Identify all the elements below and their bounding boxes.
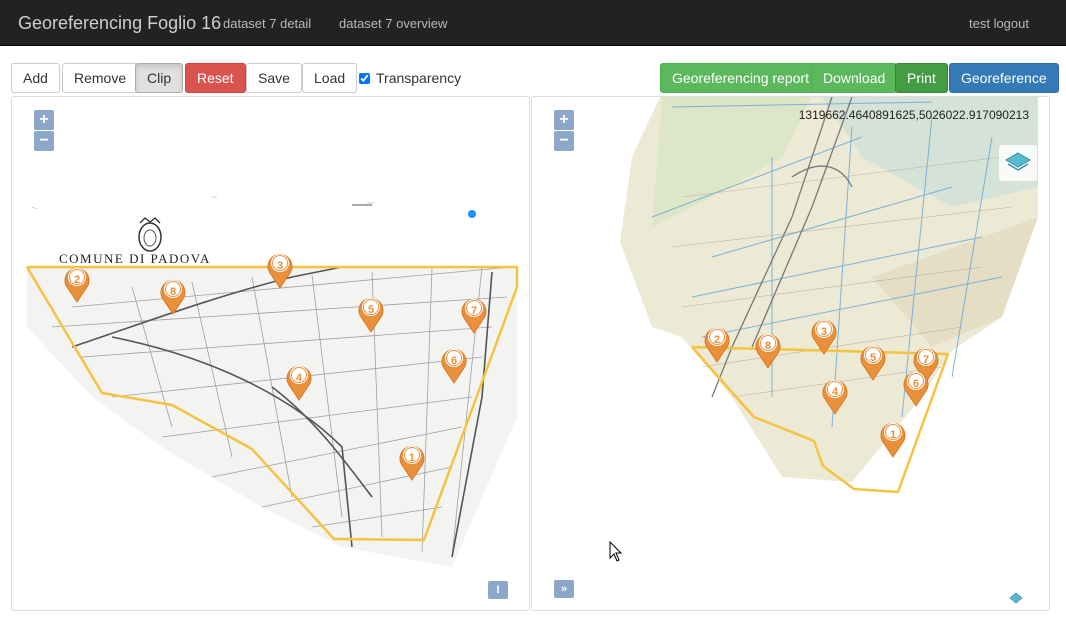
transparency-label: Transparency — [376, 70, 462, 86]
nav-dataset-detail[interactable]: dataset 7 detail — [223, 16, 311, 31]
transparency-toggle[interactable]: Transparency — [359, 70, 461, 86]
zoom-in-button[interactable]: + — [554, 110, 574, 130]
remove-button[interactable]: Remove — [62, 63, 139, 93]
svg-text:1: 1 — [409, 452, 415, 464]
reset-button[interactable]: Reset — [185, 63, 246, 93]
target-map-panel[interactable]: 2 8 3 5 7 6 4 1 + − 1319662.4640891625,5… — [531, 96, 1050, 611]
svg-text:2: 2 — [714, 334, 720, 346]
zoom-out-button[interactable]: − — [34, 131, 54, 151]
layer-switcher-button[interactable] — [999, 145, 1037, 181]
clip-button[interactable]: Clip — [135, 63, 184, 93]
svg-text:4: 4 — [832, 386, 839, 398]
print-button[interactable]: Print — [895, 63, 948, 93]
emblem-icon — [138, 217, 162, 252]
svg-text:7: 7 — [471, 305, 477, 317]
layers-icon — [1005, 152, 1031, 171]
svg-text:6: 6 — [451, 355, 457, 367]
map-title: COMUNE DI PADOVA — [59, 251, 211, 266]
svg-text:2: 2 — [74, 274, 80, 286]
zoom-out-button[interactable]: − — [554, 131, 574, 151]
georeference-button[interactable]: Georeference — [949, 63, 1059, 93]
svg-text:5: 5 — [870, 352, 876, 364]
basemap-canvas[interactable]: 2 8 3 5 7 6 4 1 — [532, 97, 1050, 611]
save-button[interactable]: Save — [246, 63, 302, 93]
mouse-position-readout: 1319662.4640891625,5026022.917090213 — [798, 108, 1029, 122]
svg-text:8: 8 — [170, 286, 176, 298]
svg-text:5: 5 — [368, 304, 374, 316]
app-brand[interactable]: Georeferencing Foglio 16 — [18, 13, 221, 34]
svg-text:8: 8 — [765, 340, 771, 352]
layers-icon[interactable] — [1009, 592, 1023, 606]
add-button[interactable]: Add — [11, 63, 60, 93]
transparency-checkbox[interactable] — [359, 72, 370, 84]
svg-text:3: 3 — [821, 326, 827, 338]
gcp-marker[interactable]: 1 — [880, 422, 906, 458]
toggle-control-button[interactable]: I — [488, 581, 508, 599]
load-button[interactable]: Load — [302, 63, 358, 93]
download-button[interactable]: Download — [811, 63, 898, 93]
svg-text:3: 3 — [277, 260, 283, 272]
nav-user-logout[interactable]: test logout — [969, 16, 1029, 31]
svg-text:4: 4 — [296, 372, 303, 384]
expand-control-button[interactable]: » — [554, 580, 574, 598]
svg-text:6: 6 — [913, 378, 919, 390]
navbar: Georeferencing Foglio 16 dataset 7 detai… — [0, 0, 1066, 46]
historic-map-canvas[interactable]: COMUNE DI PADOVA 2 3 8 5 7 6 4 1 — [12, 97, 530, 611]
svg-text:1: 1 — [890, 429, 896, 441]
georeferencing-report-button[interactable]: Georeferencing report — [660, 63, 821, 93]
nav-dataset-overview[interactable]: dataset 7 overview — [339, 16, 447, 31]
svg-text:7: 7 — [923, 354, 929, 366]
source-map-panel[interactable]: COMUNE DI PADOVA 2 3 8 5 7 6 4 1 + − I — [11, 96, 530, 611]
cursor-icon — [609, 541, 623, 562]
zoom-in-button[interactable]: + — [34, 110, 54, 130]
